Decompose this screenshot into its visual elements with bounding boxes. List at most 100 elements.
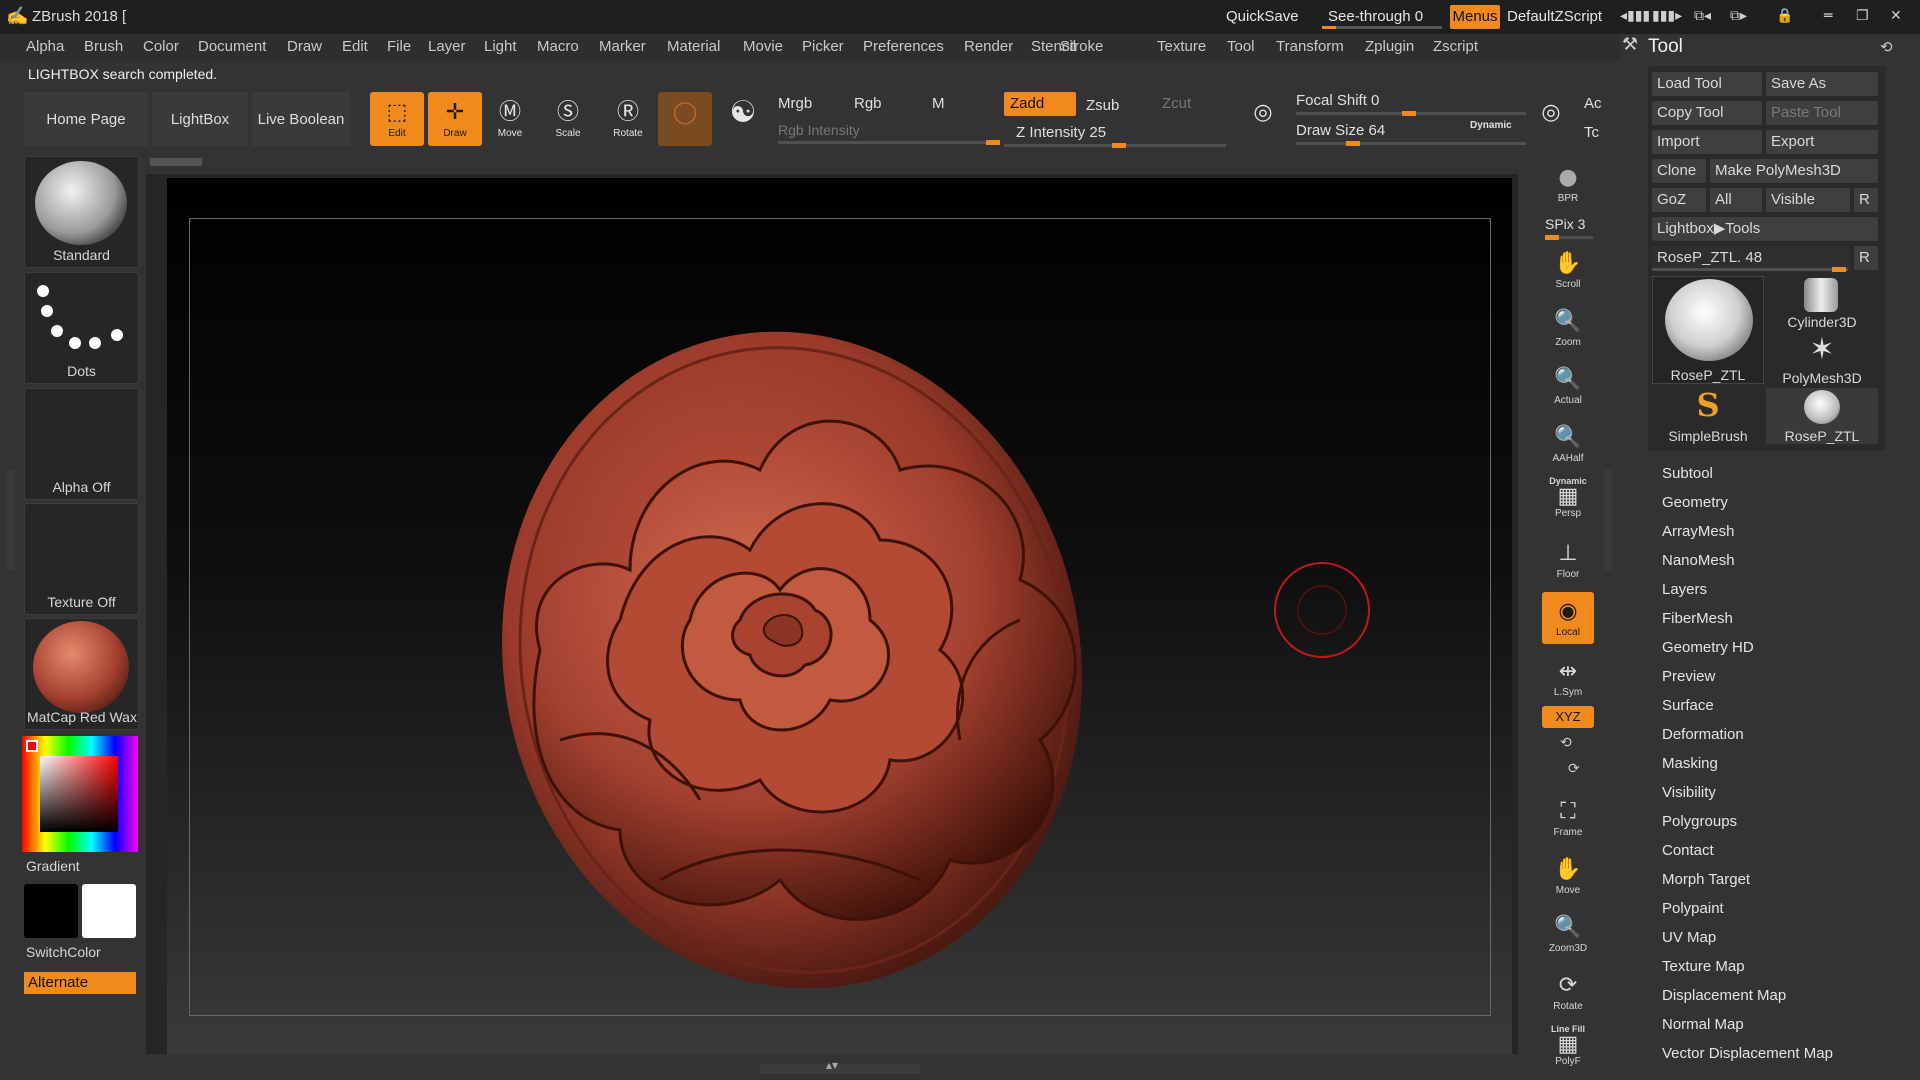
left-tray-collapse-handle[interactable] <box>6 470 14 570</box>
lock-icon[interactable]: 🔒 <box>1776 8 1793 24</box>
zoom-button[interactable]: 🔍 Zoom <box>1542 302 1594 354</box>
focal-shift-icon-button[interactable]: ◎ <box>1236 92 1290 146</box>
spix-track[interactable] <box>1545 235 1593 240</box>
subpalette-arraymesh[interactable]: ArrayMesh <box>1662 523 1735 540</box>
subpalette-morph-target[interactable]: Morph Target <box>1662 871 1750 888</box>
load-tool-button[interactable]: Load Tool <box>1652 72 1762 96</box>
goz-r-button[interactable]: R <box>1854 188 1878 212</box>
minimize-icon[interactable]: ═ <box>1824 8 1832 24</box>
stroke-slot[interactable]: Dots <box>24 272 139 384</box>
menu-tool[interactable]: Tool <box>1227 38 1255 55</box>
ac-label[interactable]: Ac <box>1584 95 1602 112</box>
sphere-gradient-button[interactable]: ☯ <box>716 92 770 146</box>
subpalette-vector-displacement-map[interactable]: Vector Displacement Map <box>1662 1045 1833 1062</box>
color-picker-hue[interactable] <box>22 736 138 852</box>
goz-visible-button[interactable]: Visible <box>1766 188 1850 212</box>
subpalette-visibility[interactable]: Visibility <box>1662 784 1716 801</box>
make-polymesh3d-button[interactable]: Make PolyMesh3D <box>1710 159 1878 183</box>
tool-r-button[interactable]: R <box>1854 246 1878 270</box>
goz-all-button[interactable]: All <box>1710 188 1762 212</box>
rose-sculpt-model[interactable] <box>500 320 1100 1000</box>
m-toggle[interactable]: M <box>932 95 945 112</box>
z-intensity-track[interactable] <box>1004 143 1226 148</box>
tc-label[interactable]: Tc <box>1584 124 1599 141</box>
tool-thumb-simplebrush[interactable]: S SimpleBrush <box>1652 386 1764 444</box>
persp-button[interactable]: Dynamic ▦ Persp <box>1542 474 1594 526</box>
menu-movie[interactable]: Movie <box>743 38 783 55</box>
frame-button[interactable]: ⛶ Frame <box>1542 792 1594 844</box>
subpalette-preview[interactable]: Preview <box>1662 668 1715 685</box>
menu-alpha[interactable]: Alpha <box>26 38 64 55</box>
see-through-slider[interactable]: See-through 0 <box>1328 8 1423 25</box>
subpalette-geometry[interactable]: Geometry <box>1662 494 1728 511</box>
rotate-view-button[interactable]: ⟳ Rotate <box>1542 966 1594 1018</box>
menu-brush[interactable]: Brush <box>84 38 123 55</box>
subpalette-geometry-hd[interactable]: Geometry HD <box>1662 639 1754 656</box>
menu-edit[interactable]: Edit <box>342 38 368 55</box>
texture-slot[interactable]: Texture Off <box>24 503 139 615</box>
rgb-intensity-track[interactable] <box>778 140 1000 145</box>
menu-render[interactable]: Render <box>964 38 1013 55</box>
xyz-rotation-toggle[interactable]: XYZ <box>1542 706 1594 728</box>
draw-size-track[interactable] <box>1296 141 1526 146</box>
aahalf-button[interactable]: 🔍 AAHalf <box>1542 418 1594 470</box>
brush-slot[interactable]: Standard <box>24 156 139 268</box>
export-button[interactable]: Export <box>1766 130 1878 154</box>
tool-thumb-polymesh3d[interactable]: ✶ PolyMesh3D <box>1766 332 1878 386</box>
menu-light[interactable]: Light <box>484 38 517 55</box>
see-through-track[interactable] <box>1322 26 1442 29</box>
menu-stroke[interactable]: Stroke <box>1060 38 1103 55</box>
subpalette-texture-map[interactable]: Texture Map <box>1662 958 1745 975</box>
home-page-button[interactable]: Home Page <box>24 92 148 146</box>
menu-draw[interactable]: Draw <box>287 38 322 55</box>
menus-toggle-button[interactable]: Menus <box>1450 5 1500 29</box>
subpalette-subtool[interactable]: Subtool <box>1662 465 1713 482</box>
save-as-button[interactable]: Save As <box>1766 72 1878 96</box>
subpalette-masking[interactable]: Masking <box>1662 755 1718 772</box>
lightbox-tools-button[interactable]: Lightbox▶Tools <box>1652 217 1878 241</box>
lightbox-button[interactable]: LightBox <box>152 92 248 146</box>
move-mode-button[interactable]: Ⓜ Move <box>483 92 537 146</box>
rgb-toggle[interactable]: Rgb <box>854 95 882 112</box>
dynamic-draw-button[interactable]: ◎ <box>1524 92 1578 146</box>
subpalette-displacement-map[interactable]: Displacement Map <box>1662 987 1786 1004</box>
material-slot[interactable]: MatCap Red Wax <box>24 618 139 730</box>
current-tool-track[interactable] <box>1652 267 1848 272</box>
zcut-toggle[interactable]: Zcut <box>1162 95 1191 112</box>
mrgb-toggle[interactable]: Mrgb <box>778 95 812 112</box>
rotate-mode-button[interactable]: Ⓡ Rotate <box>601 92 655 146</box>
restore-icon[interactable]: ❐ <box>1856 8 1869 24</box>
menu-zplugin[interactable]: Zplugin <box>1365 38 1414 55</box>
goz-button[interactable]: GoZ <box>1652 188 1706 212</box>
focal-shift-track[interactable] <box>1296 111 1526 116</box>
import-button[interactable]: Import <box>1652 130 1762 154</box>
local-button[interactable]: ◉ Local <box>1542 592 1594 644</box>
y-rotation-icon[interactable]: ⟲ <box>1560 734 1572 751</box>
layout-left-icon[interactable]: ⧉◂ <box>1694 8 1711 24</box>
subpalette-deformation[interactable]: Deformation <box>1662 726 1744 743</box>
rgb-intensity-slider[interactable]: Rgb Intensity <box>778 122 860 138</box>
menu-color[interactable]: Color <box>143 38 179 55</box>
current-tool-slider[interactable]: RoseP_ZTL. 48 <box>1652 246 1850 270</box>
menu-material[interactable]: Material <box>667 38 720 55</box>
menu-zscript[interactable]: Zscript <box>1433 38 1478 55</box>
menu-preferences[interactable]: Preferences <box>863 38 944 55</box>
secondary-color-swatch[interactable] <box>82 884 136 938</box>
subpalette-contact[interactable]: Contact <box>1662 842 1714 859</box>
dynamic-toggle[interactable]: Dynamic <box>1470 120 1512 131</box>
live-boolean-button[interactable]: Live Boolean <box>252 92 350 146</box>
floor-button[interactable]: ⊥ Floor <box>1542 534 1594 586</box>
tool-thumb-rose-active[interactable]: RoseP_ZTL <box>1652 276 1764 384</box>
move-view-button[interactable]: ✋ Move <box>1542 850 1594 902</box>
default-zscript-button[interactable]: DefaultZScript <box>1507 8 1602 25</box>
subpalette-normal-map[interactable]: Normal Map <box>1662 1016 1744 1033</box>
palette-refresh-icon[interactable]: ⟲ <box>1880 38 1893 56</box>
material-preview-button[interactable]: ◯ <box>658 92 712 146</box>
clone-button[interactable]: Clone <box>1652 159 1706 183</box>
alpha-slot[interactable]: Alpha Off <box>24 388 139 500</box>
alternate-toggle[interactable]: Alternate <box>24 972 136 994</box>
subpalette-surface[interactable]: Surface <box>1662 697 1714 714</box>
zsub-toggle[interactable]: Zsub <box>1086 97 1119 114</box>
subpalette-fibermesh[interactable]: FiberMesh <box>1662 610 1733 627</box>
subpalette-nanomesh[interactable]: NanoMesh <box>1662 552 1735 569</box>
